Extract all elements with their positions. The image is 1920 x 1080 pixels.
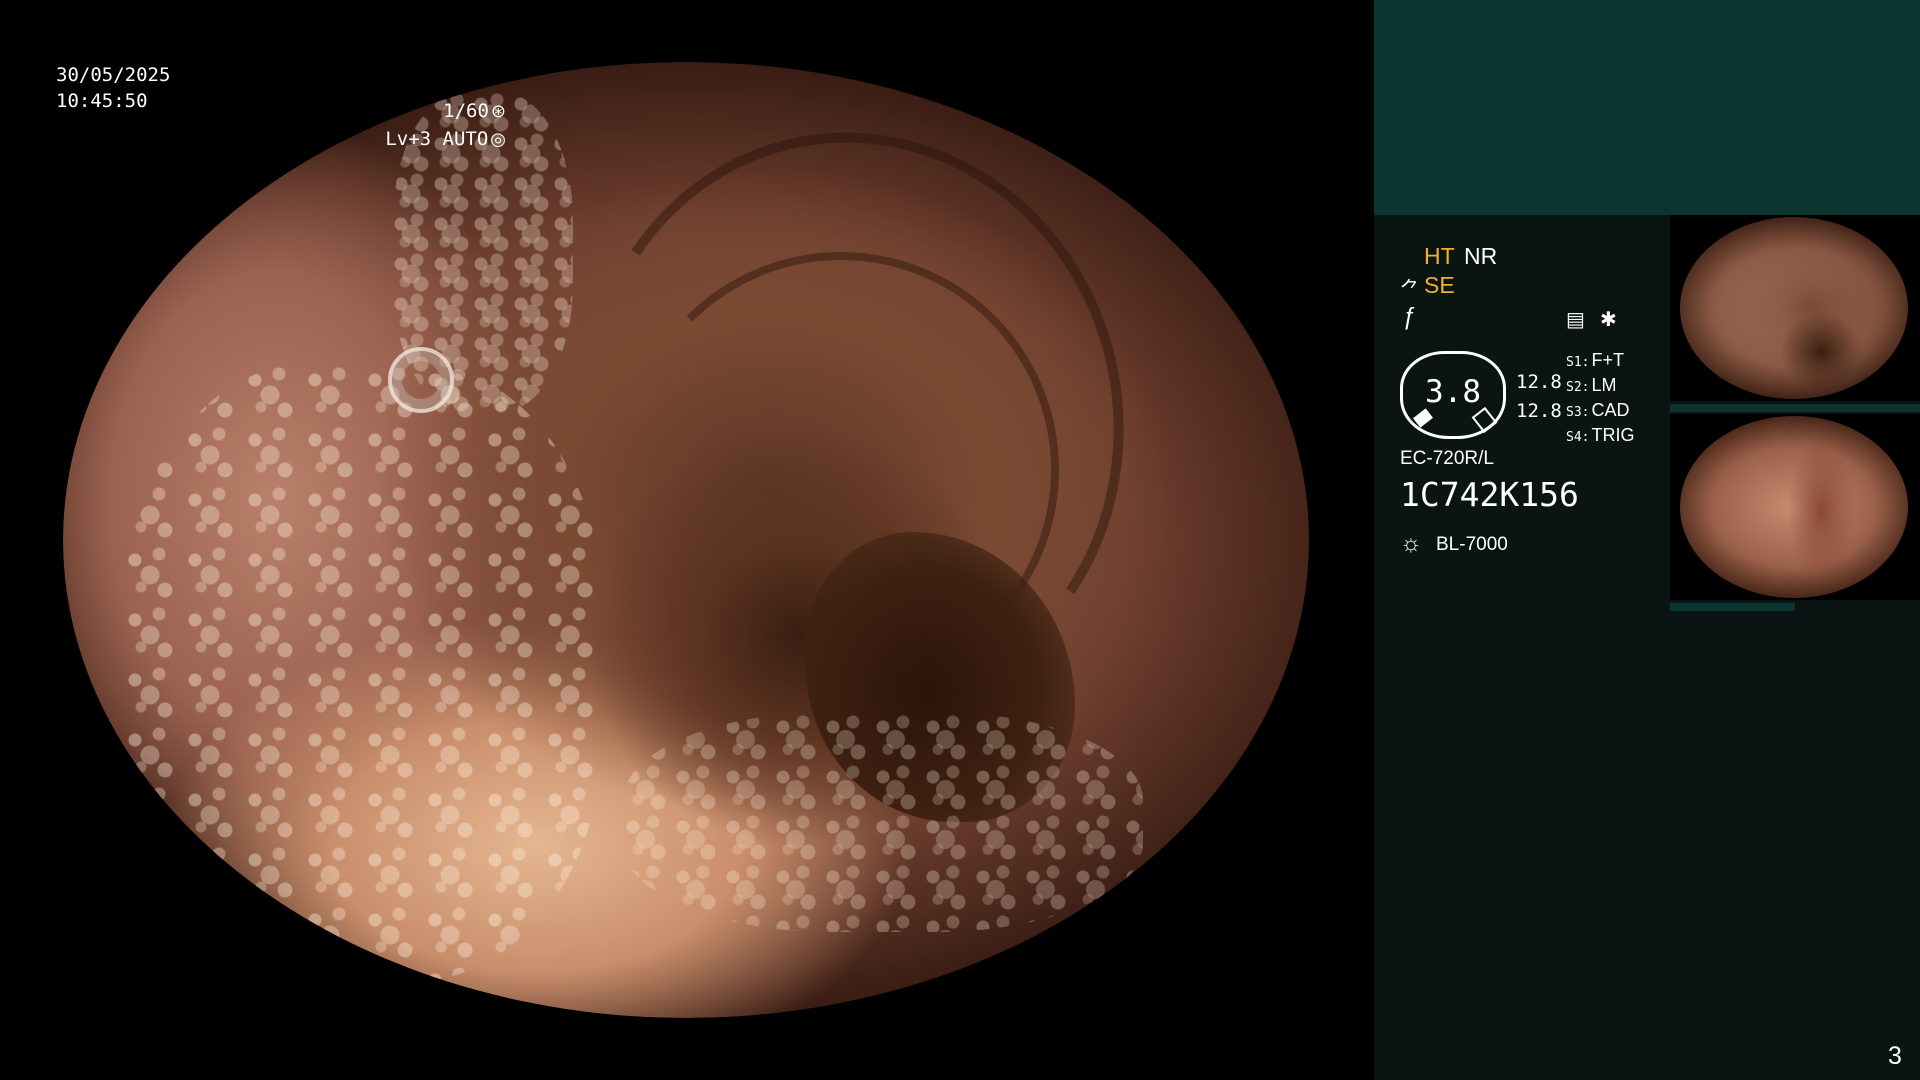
zoom-gauge: 3.8 bbox=[1400, 351, 1506, 439]
gauge-marker-left bbox=[1413, 408, 1433, 428]
gauge-value: 3.8 bbox=[1425, 374, 1481, 410]
shutter-readout: 1/60 ⊛ bbox=[443, 98, 506, 125]
switch-key: S4 bbox=[1566, 430, 1582, 445]
endoscopic-image bbox=[63, 62, 1309, 1018]
gauge-value-bottom: 12.8 bbox=[1516, 400, 1562, 422]
panel-header bbox=[1374, 0, 1920, 215]
date-text: 30/05/2025 bbox=[56, 64, 171, 86]
gauge-marker-right bbox=[1471, 406, 1498, 434]
scope-serial: 1C742K156 bbox=[1400, 475, 1579, 514]
time-text: 10:45:50 bbox=[56, 90, 148, 112]
asterisk-icon: ✱ bbox=[1600, 309, 1617, 331]
switch-key: S2 bbox=[1566, 380, 1582, 395]
switch-value: TRIG bbox=[1591, 425, 1635, 445]
endoscope-view: 30/05/2025 10:45:50 1/60 ⊛ Lv+3 AUTO ◎ bbox=[0, 0, 1374, 1080]
date-time: 30/05/2025 10:45:50 bbox=[56, 62, 170, 114]
freeze-icon: ƒ bbox=[1402, 303, 1416, 330]
thumbnail-image bbox=[1680, 416, 1908, 598]
se-indicator: SE bbox=[1424, 272, 1455, 298]
info-panel: HT NR ⺈ SE ƒ ▤ ✱ 3.8 12.8 12.8 S1: F+T S2… bbox=[1374, 0, 1920, 1080]
iris-icon: ◎ bbox=[490, 129, 506, 150]
level-text: Lv+3 AUTO bbox=[385, 128, 489, 150]
light-source-icon: ☼ bbox=[1400, 530, 1422, 557]
gauge-value-top: 12.8 bbox=[1516, 371, 1562, 393]
aperture-icon: ⊛ bbox=[490, 101, 506, 122]
level-readout: Lv+3 AUTO ◎ bbox=[385, 126, 506, 153]
bubbles-region bbox=[623, 712, 1143, 932]
thumbnail-bar bbox=[1670, 603, 1795, 611]
switch-key: S3 bbox=[1566, 405, 1582, 420]
record-icon: ▤ bbox=[1566, 309, 1585, 331]
thumbnail-bar bbox=[1670, 404, 1920, 412]
scope-model: EC-720R/L bbox=[1400, 448, 1494, 469]
ring-artifact bbox=[388, 347, 454, 413]
ht-indicator: HT bbox=[1424, 243, 1455, 269]
switch-value: CAD bbox=[1591, 400, 1630, 420]
shutter-text: 1/60 bbox=[443, 100, 489, 122]
bubbles-region bbox=[123, 362, 603, 982]
switch-value: F+T bbox=[1591, 350, 1624, 370]
thumbnail-1[interactable] bbox=[1670, 215, 1920, 401]
structure-enhance-icon: ⺈ bbox=[1400, 279, 1420, 301]
page-number: 3 bbox=[1888, 1042, 1902, 1070]
thumbnail-image bbox=[1680, 217, 1908, 399]
thumbnail-2[interactable] bbox=[1670, 414, 1920, 600]
nr-indicator: NR bbox=[1464, 243, 1498, 269]
switch-2: S2: LM bbox=[1566, 375, 1617, 395]
switch-3: S3: CAD bbox=[1566, 400, 1630, 420]
switch-key: S1 bbox=[1566, 355, 1582, 370]
switch-value: LM bbox=[1591, 375, 1617, 395]
switch-1: S1: F+T bbox=[1566, 350, 1624, 370]
switch-4: S4: TRIG bbox=[1566, 425, 1635, 445]
light-source-model: BL-7000 bbox=[1436, 534, 1508, 555]
